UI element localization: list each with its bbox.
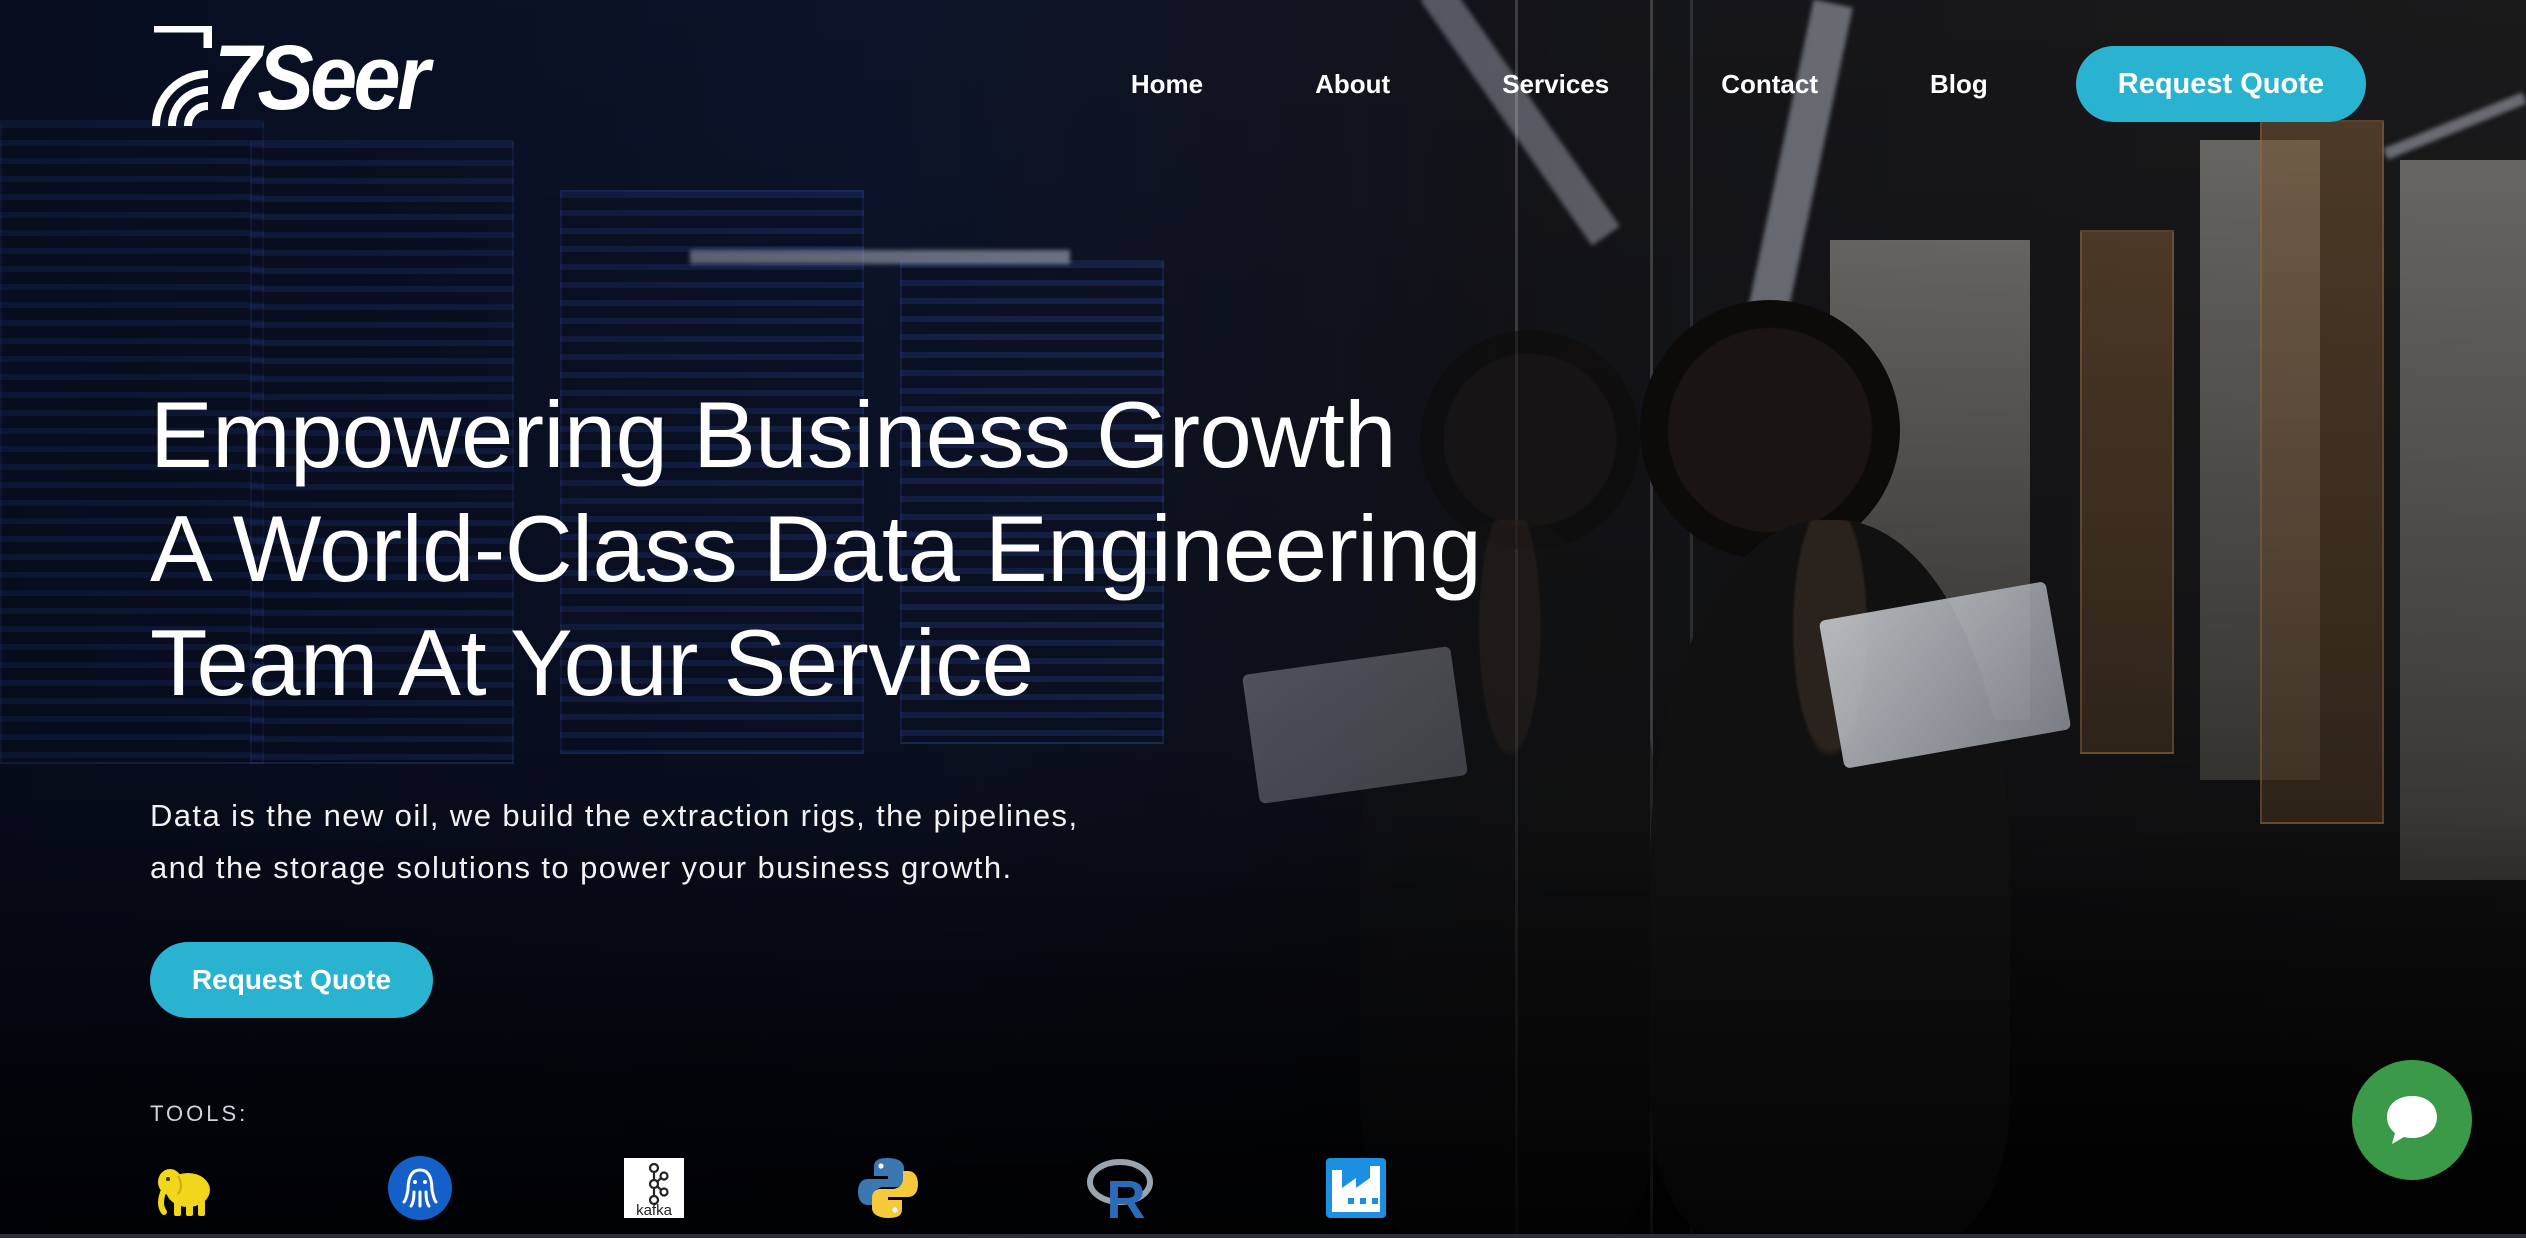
hero-subtext: Data is the new oil, we build the extrac… bbox=[150, 790, 1078, 894]
brand-wordmark: 7Seer bbox=[214, 27, 430, 129]
header-request-quote-button[interactable]: Request Quote bbox=[2075, 46, 2366, 122]
chat-button[interactable] bbox=[2352, 1060, 2472, 1180]
hero-section: 7Seer Home About Services Contact Blog R… bbox=[0, 0, 2526, 1238]
hero-request-quote-button[interactable]: Request Quote bbox=[150, 942, 433, 1018]
nav-services-link[interactable]: Services bbox=[1502, 69, 1609, 100]
nav-about-link[interactable]: About bbox=[1315, 69, 1390, 100]
tools-list: kafka R bbox=[150, 1152, 1554, 1224]
7seer-signal-logo-icon bbox=[152, 26, 212, 127]
kafka-icon: kafka bbox=[618, 1152, 690, 1224]
r-language-icon: R bbox=[1086, 1152, 1158, 1224]
nav-home-link[interactable]: Home bbox=[1131, 69, 1203, 100]
page-bottom-edge bbox=[0, 1234, 2526, 1238]
hero-headline-line-1: Empowering Business Growth bbox=[150, 382, 1397, 487]
azure-data-factory-icon bbox=[1320, 1152, 1392, 1224]
hadoop-elephant-icon bbox=[150, 1152, 222, 1224]
hero-headline-line-3: Team At Your Service bbox=[150, 610, 1034, 715]
kafka-icon-label: kafka bbox=[636, 1202, 673, 1219]
nav-blog-link[interactable]: Blog bbox=[1930, 69, 1988, 100]
hero-subtext-line-1: Data is the new oil, we build the extrac… bbox=[150, 798, 1079, 833]
tools-label: TOOLS: bbox=[150, 1101, 249, 1126]
brand-logo[interactable]: 7Seer bbox=[150, 26, 445, 130]
hero-headline-line-2: A World-Class Data Engineering bbox=[150, 496, 1482, 601]
hero-headline: Empowering Business Growth A World-Class… bbox=[150, 378, 1482, 720]
main-nav: Home About Services Contact Blog Request… bbox=[1131, 46, 2366, 122]
python-icon bbox=[852, 1152, 924, 1224]
hero-subtext-line-2: and the storage solutions to power your … bbox=[150, 850, 1013, 885]
chat-bubble-icon bbox=[2387, 1096, 2437, 1144]
airflow-octopus-icon bbox=[384, 1152, 456, 1224]
nav-contact-link[interactable]: Contact bbox=[1721, 69, 1818, 100]
r-icon-letter: R bbox=[1107, 1170, 1146, 1224]
